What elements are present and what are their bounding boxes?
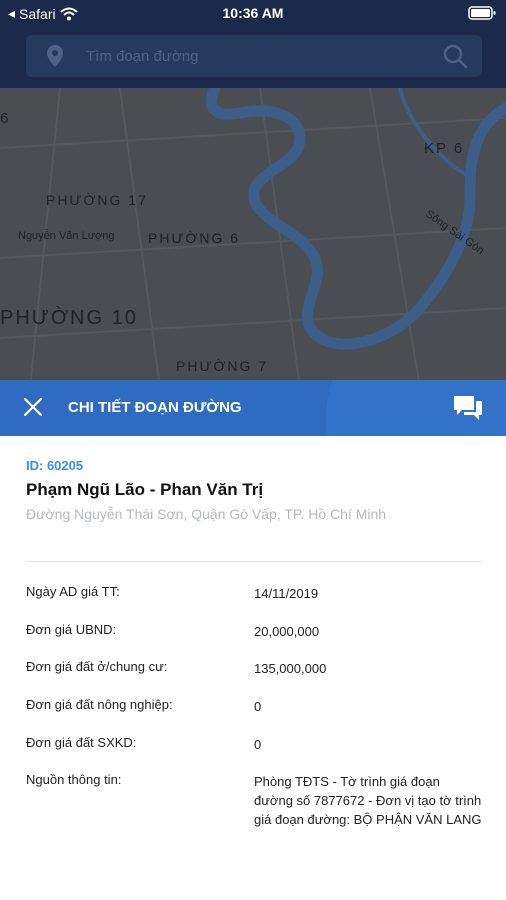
map-view[interactable]: 6 KP 6 PHƯỜNG 17 Nguyễn Văn Lượng PHƯỜNG… — [0, 88, 506, 388]
detail-key: Đơn giá UBND: — [26, 622, 117, 637]
detail-sheet-header: CHI TIẾT ĐOẠN ĐƯỜNG — [0, 380, 506, 436]
map-label: 6 — [0, 110, 11, 127]
detail-key: Đơn giá đất SXKD: — [26, 735, 137, 750]
detail-value: 0 — [254, 737, 262, 752]
detail-value: 135,000,000 — [254, 661, 327, 676]
detail-value: 14/11/2019 — [254, 586, 319, 601]
detail-value: 0 — [254, 699, 262, 714]
search-icon[interactable] — [442, 43, 468, 69]
detail-value: Phòng TĐTS - Tờ trình giá đoạn đường số … — [254, 774, 482, 827]
location-pin-icon — [47, 45, 63, 67]
road-address: Đường Nguyễn Thái Sơn, Quận Gò Vấp, TP. … — [26, 506, 387, 522]
detail-key: Đơn giá đất nông nghiệp: — [26, 697, 173, 712]
segment-id: ID: 60205 — [26, 458, 84, 473]
map-label: PHƯỜNG 6 — [148, 230, 241, 246]
map-label: KP 6 — [424, 140, 465, 157]
search-bar[interactable] — [26, 35, 482, 77]
detail-key: Đơn giá đất ở/chung cư: — [26, 659, 168, 674]
battery-icon — [468, 6, 496, 23]
road-name: Phạm Ngũ Lão - Phan Văn Trị — [26, 480, 264, 499]
map-label: Nguyễn Văn Lượng — [18, 230, 115, 242]
search-input[interactable] — [86, 43, 416, 69]
status-bar: ◂ Safari 10:36 AM — [0, 0, 506, 28]
status-time: 10:36 AM — [222, 5, 284, 21]
map-label: PHƯỜNG 17 — [46, 192, 148, 208]
chat-icon[interactable] — [452, 394, 484, 422]
detail-key: Nguồn thông tin: — [26, 772, 122, 787]
top-header: ◂ Safari 10:36 AM — [0, 0, 506, 88]
map-label: PHƯỜNG 7 — [176, 358, 269, 374]
sheet-title: CHI TIẾT ĐOẠN ĐƯỜNG — [68, 399, 242, 416]
detail-value: 20,000,000 — [254, 624, 320, 639]
close-icon[interactable] — [22, 396, 44, 418]
detail-panel: ID: 60205 Phạm Ngũ Lão - Phan Văn Trị Đư… — [0, 436, 506, 900]
divider — [26, 561, 482, 562]
detail-key: Ngày AD giá TT: — [26, 584, 120, 599]
map-label: PHƯỜNG 10 — [0, 307, 138, 329]
